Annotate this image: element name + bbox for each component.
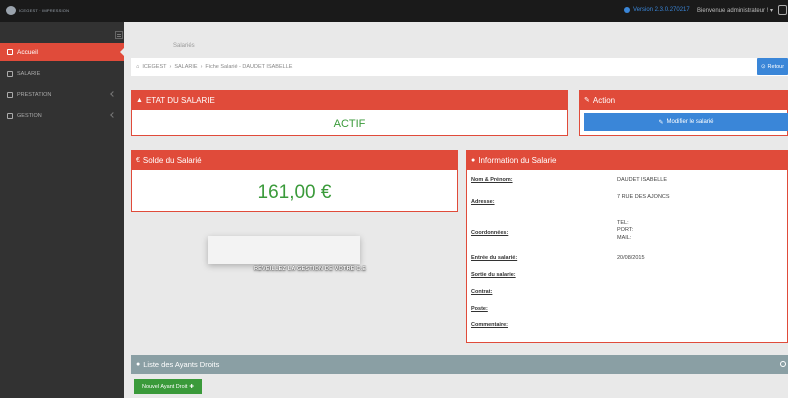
tel-label: TEL: — [617, 220, 629, 226]
warning-icon: ▲ — [136, 96, 143, 104]
ayants-panel-header: ● Liste des Ayants Droits — [131, 355, 788, 374]
menu-toggle-icon[interactable] — [115, 31, 123, 39]
breadcrumb-separator: › — [200, 64, 203, 70]
home-icon — [7, 49, 13, 55]
etat-title: ETAT DU SALARIE — [145, 95, 215, 105]
etat-panel-body: ACTIF — [131, 110, 568, 136]
list-icon — [7, 113, 13, 119]
version-info: Version 2.3.0.270217 — [624, 7, 690, 13]
user-menu[interactable]: Bienvenue administrateur ! ▾ — [697, 7, 773, 14]
port-label: PORT: — [617, 227, 634, 233]
modifier-label: Modifier le salarié — [666, 119, 714, 125]
retour-label: Retour — [767, 63, 785, 70]
sidebar-item-label: Accueil — [17, 48, 38, 56]
etat-value: ACTIF — [333, 118, 366, 130]
adresse-label: Adresse: — [471, 199, 495, 205]
app-logo[interactable]: ICEGEST · IMPRESSION — [6, 6, 69, 15]
sidebar-item-label: SALARIE — [17, 71, 41, 77]
plus-icon: ✚ — [189, 383, 195, 390]
retour-button[interactable]: ⊙ Retour — [757, 58, 788, 75]
commentaire-label: Commentaire: — [471, 322, 508, 328]
euro-icon: € — [136, 156, 140, 164]
back-icon: ⊙ — [760, 63, 766, 70]
sidebar-item-accueil[interactable]: Accueil — [0, 43, 125, 61]
action-title: Action — [592, 95, 616, 105]
solde-panel-body: 161,00 € — [131, 170, 458, 212]
sidebar-item-prestation[interactable]: PRESTATION — [0, 86, 124, 104]
sidebar-item-salarie[interactable]: SALARIE — [0, 65, 124, 83]
chevron-left-icon — [110, 91, 116, 97]
logout-icon[interactable] — [778, 5, 787, 15]
adresse-value: 7 RUE DES AJONCS — [617, 194, 670, 200]
sortie-label: Sortie du salarie: — [471, 272, 516, 278]
info-panel-header: ● Information du Salarie — [466, 150, 788, 170]
breadcrumb-item[interactable]: SALARIE — [174, 64, 197, 70]
user-icon: ● — [471, 156, 476, 164]
sidebar: Accueil SALARIE PRESTATION GESTION — [0, 22, 125, 398]
sidebar-item-gestion[interactable]: GESTION — [0, 107, 124, 125]
wrench-icon: ✎ — [584, 97, 590, 104]
poste-label: Poste: — [471, 306, 488, 312]
contrat-label: Contrat: — [471, 289, 493, 295]
nom-label: Nom & Prénom: — [471, 177, 513, 183]
solde-title: Solde du Salarié — [142, 155, 202, 165]
breadcrumb-separator: › — [169, 64, 172, 70]
refresh-icon[interactable] — [780, 361, 786, 367]
chevron-left-icon — [110, 112, 116, 118]
ad-banner[interactable] — [208, 236, 360, 264]
sidebar-item-label: GESTION — [17, 113, 42, 119]
version-label: Version 2.3.0.270217 — [633, 7, 690, 13]
breadcrumb-item: Fiche Salarié - DAUDET ISABELLE — [205, 64, 293, 70]
entree-value: 20/08/2015 — [617, 255, 645, 261]
page-title: Salariés — [173, 43, 195, 49]
home-icon: ⌂ — [136, 64, 140, 70]
nom-value: DAUDET ISABELLE — [617, 177, 668, 183]
info-icon — [624, 7, 630, 13]
logo-icon — [6, 6, 16, 15]
circle-icon: ● — [136, 361, 141, 368]
info-title: Information du Salarie — [478, 155, 557, 165]
breadcrumb-item[interactable]: ICEGEST — [142, 64, 166, 70]
breadcrumb: ⌂ ICEGEST › SALARIE › Fiche Salarié - DA… — [131, 58, 788, 76]
entree-label: Entrée du salarié: — [471, 255, 518, 261]
etat-panel-header: ▲ ETAT DU SALARIE — [131, 90, 568, 110]
modifier-salarie-button[interactable]: ✎ Modifier le salarié — [584, 113, 788, 131]
list-icon — [7, 92, 13, 98]
logo-text: ICEGEST · IMPRESSION — [19, 8, 70, 13]
action-panel-header: ✎ Action — [579, 90, 788, 110]
mail-label: MAIL: — [617, 235, 632, 241]
sidebar-item-label: PRESTATION — [17, 92, 52, 98]
nouvel-ayant-droit-button[interactable]: Nouvel Ayant Droit ✚ — [134, 379, 202, 394]
new-label: Nouvel Ayant Droit — [141, 383, 188, 390]
ad-text[interactable]: RÉVEILLEZ LA GESTION DE VOTRE C.E — [254, 266, 366, 272]
users-icon — [7, 71, 13, 77]
solde-value: 161,00 € — [257, 182, 332, 203]
pencil-icon: ✎ — [658, 119, 664, 126]
solde-panel-header: € Solde du Salarié — [131, 150, 458, 170]
ayants-title: Liste des Ayants Droits — [143, 360, 220, 369]
coordonnees-label: Coordonnées: — [471, 230, 509, 236]
top-bar: ICEGEST · IMPRESSION Version 2.3.0.27021… — [0, 0, 788, 22]
